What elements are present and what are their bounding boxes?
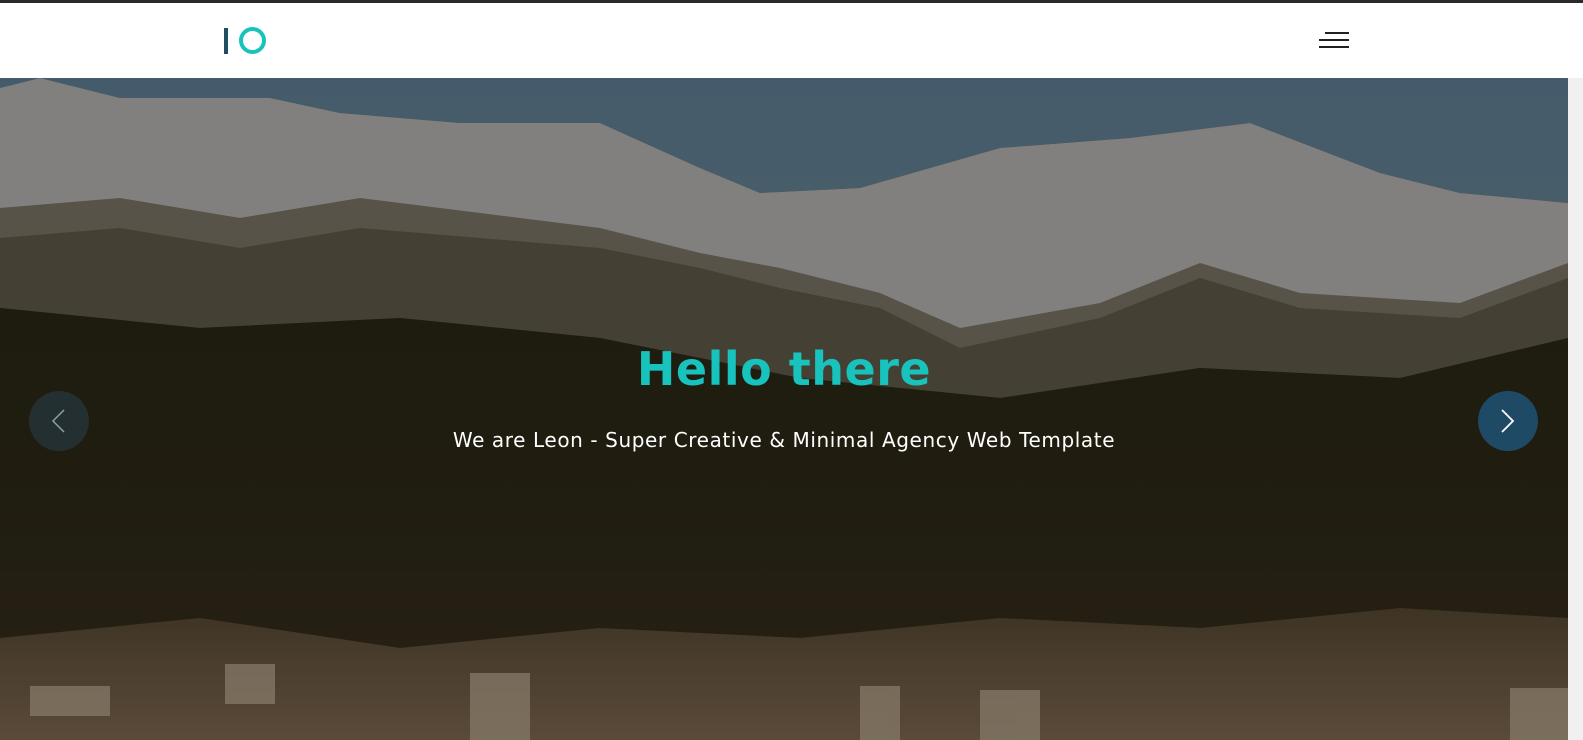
site-header [0, 3, 1583, 78]
chevron-left-icon [51, 409, 65, 433]
logo-ring [239, 27, 266, 54]
slider-prev-button[interactable] [29, 391, 89, 451]
logo-bar [224, 28, 228, 54]
hero-subtitle: We are Leon - Super Creative & Minimal A… [452, 428, 1116, 452]
chevron-right-icon [1501, 409, 1515, 433]
hamburger-menu-icon[interactable] [1316, 29, 1352, 53]
hero-slider: Hello there We are Leon - Super Creative… [0, 78, 1568, 740]
hero-title: Hello there [636, 342, 932, 396]
hero-background-image [0, 78, 1568, 740]
slider-next-button[interactable] [1478, 391, 1538, 451]
site-logo[interactable] [224, 25, 268, 55]
page-scrollbar[interactable] [1568, 78, 1583, 740]
